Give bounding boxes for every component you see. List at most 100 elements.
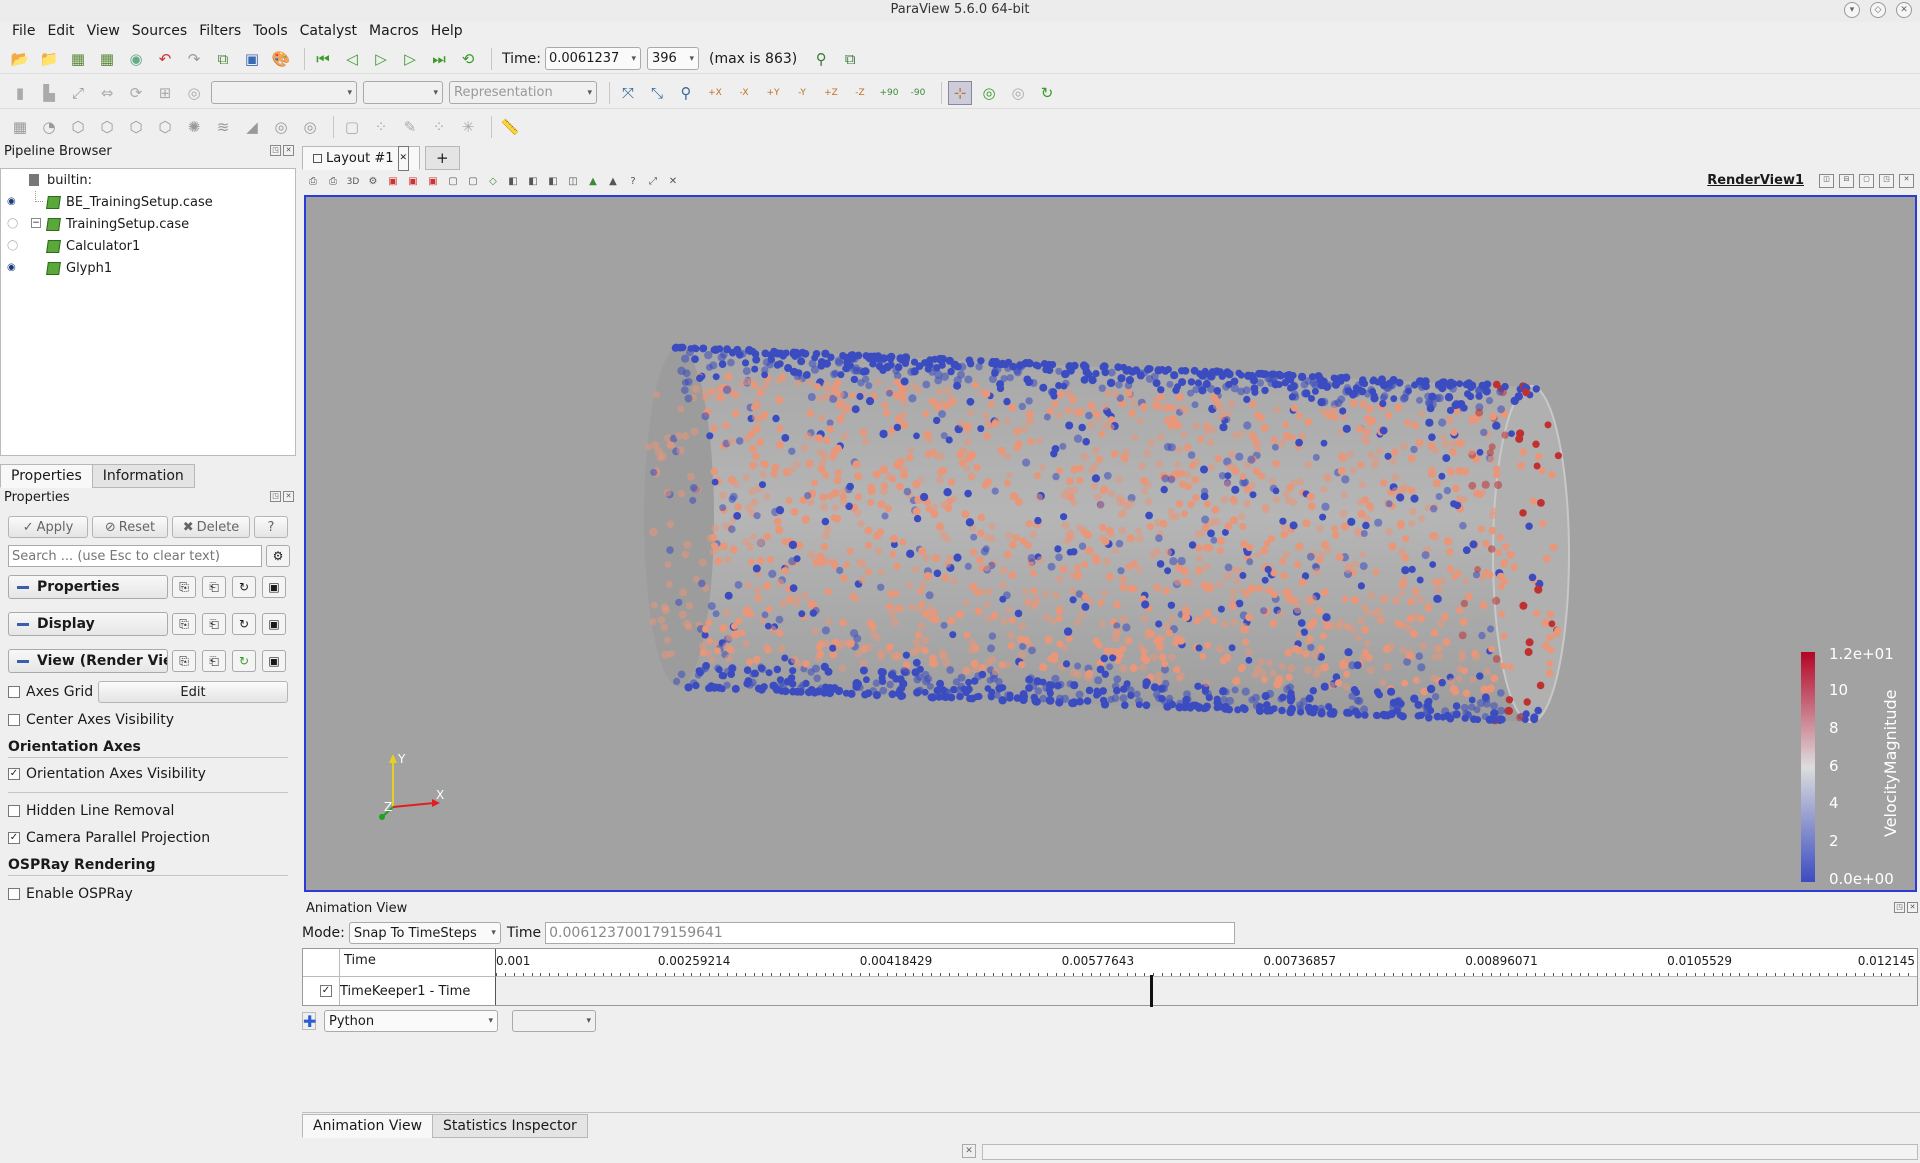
properties-search-input[interactable]: [8, 545, 262, 567]
orientation-visibility-checkbox[interactable]: ✓: [8, 768, 20, 780]
reset-session-icon[interactable]: ⧉: [211, 47, 235, 71]
temporal-range-icon[interactable]: ⟳: [124, 81, 148, 105]
undock-icon[interactable]: ◳: [1894, 902, 1905, 913]
select-points-on-icon[interactable]: ▣: [406, 175, 420, 189]
delete-button[interactable]: ✖ Delete: [172, 516, 250, 538]
minimize-icon[interactable]: ▾: [1844, 2, 1860, 18]
interactive-select-icon[interactable]: ✎: [398, 115, 422, 139]
menu-sources[interactable]: Sources: [126, 22, 193, 44]
add-track-icon[interactable]: ✚: [302, 1012, 316, 1031]
maximize-view-icon[interactable]: ▢: [1859, 174, 1874, 188]
interactive-select-cells-icon[interactable]: ◧: [526, 175, 540, 189]
track-source-combo[interactable]: Python: [324, 1010, 498, 1032]
menu-file[interactable]: File: [6, 22, 41, 44]
track-enable-checkbox[interactable]: ✓: [320, 985, 332, 997]
next-frame-icon[interactable]: ▷: [398, 47, 422, 71]
reset-camera-icon[interactable]: ⤧: [616, 81, 640, 105]
select-cells-on-icon[interactable]: ▣: [386, 175, 400, 189]
toggle-color-legend-icon[interactable]: ▮: [8, 81, 32, 105]
select-cells-through-icon[interactable]: ▢: [446, 175, 460, 189]
stream-tracer-icon[interactable]: ≋: [211, 115, 235, 139]
screenshot-icon[interactable]: ▣: [240, 47, 264, 71]
maximize-icon[interactable]: ◇: [1870, 2, 1886, 18]
menu-macros[interactable]: Macros: [363, 22, 425, 44]
center-axes-checkbox[interactable]: [8, 714, 20, 726]
tab-animation-view[interactable]: Animation View: [302, 1114, 434, 1138]
menu-filters[interactable]: Filters: [193, 22, 247, 44]
select-frustum-icon[interactable]: ▣: [426, 175, 440, 189]
section-view[interactable]: View (Render View): [8, 649, 168, 673]
recent-icon[interactable]: 📁: [37, 47, 61, 71]
undock-icon[interactable]: ◳: [270, 491, 281, 502]
timeline-track[interactable]: [496, 975, 1917, 1007]
clear-selection-icon[interactable]: ✳: [456, 115, 480, 139]
loop-icon[interactable]: ⟲: [456, 47, 480, 71]
add-layout-button[interactable]: +: [425, 146, 460, 170]
view-plus-z-icon[interactable]: +Z: [819, 81, 843, 105]
menu-help[interactable]: Help: [425, 22, 469, 44]
view-minus-y-icon[interactable]: -Y: [790, 81, 814, 105]
camera-parallel-option[interactable]: ✓ Camera Parallel Projection: [8, 830, 210, 846]
select-block-icon[interactable]: ⁘: [427, 115, 451, 139]
settings-icon[interactable]: ⚙: [366, 175, 380, 189]
select-cells-icon[interactable]: ▢: [340, 115, 364, 139]
hover-cells-query-icon[interactable]: ⤢: [646, 175, 660, 189]
grow-selection-icon[interactable]: ▲: [586, 175, 600, 189]
track-property-combo[interactable]: [512, 1010, 596, 1032]
view-name[interactable]: RenderView1: [1707, 173, 1804, 188]
select-points-through-icon[interactable]: ▢: [466, 175, 480, 189]
close-icon[interactable]: ✕: [1896, 2, 1912, 18]
table-row[interactable]: ✓ TimeKeeper1 - Time: [320, 977, 496, 1005]
save-default-icon[interactable]: ▣: [262, 613, 286, 635]
copy-icon[interactable]: ⎘: [172, 650, 196, 672]
component-combo[interactable]: [363, 81, 443, 104]
reload-icon[interactable]: ↻: [232, 576, 256, 598]
eye-visible-icon[interactable]: ◉: [7, 262, 19, 274]
warp-icon[interactable]: ◢: [240, 115, 264, 139]
apply-button[interactable]: ✓ Apply: [8, 516, 88, 538]
zoom-to-data-icon[interactable]: ⤡: [645, 81, 669, 105]
open-icon[interactable]: 📂: [8, 47, 32, 71]
center-axes-option[interactable]: Center Axes Visibility: [8, 712, 174, 728]
hover-cells-icon[interactable]: ◫: [566, 175, 580, 189]
extract-subset-icon[interactable]: ⬡: [153, 115, 177, 139]
rotate-plus-90-icon[interactable]: +90: [877, 81, 901, 105]
enable-ospray-checkbox[interactable]: [8, 888, 20, 900]
color-by-combo[interactable]: [211, 81, 357, 104]
undo-camera-icon[interactable]: ⎙: [326, 175, 340, 189]
view-minus-z-icon[interactable]: -Z: [848, 81, 872, 105]
menu-view[interactable]: View: [81, 22, 126, 44]
glyph-icon[interactable]: ✺: [182, 115, 206, 139]
paste-icon[interactable]: ⎗: [202, 613, 226, 635]
pipeline-item-trainingsetup[interactable]: ◯ − TrainingSetup.case: [1, 213, 291, 235]
pipeline-item-be-trainingsetup[interactable]: ◉ BE_TrainingSetup.case: [1, 191, 291, 213]
eye-hidden-icon[interactable]: ◯: [7, 218, 19, 230]
progress-abort-icon[interactable]: ✕: [962, 1144, 976, 1158]
reset-center-icon[interactable]: ◎: [1006, 81, 1030, 105]
reload-icon[interactable]: ↻: [232, 650, 256, 672]
select-polygon-icon[interactable]: ◇: [486, 175, 500, 189]
reload-icon[interactable]: ↻: [232, 613, 256, 635]
select-block-icon[interactable]: ◧: [506, 175, 520, 189]
close-view-icon[interactable]: ✕: [1899, 174, 1914, 188]
advanced-gear-icon[interactable]: ⚙: [266, 545, 290, 567]
undock-icon[interactable]: ◳: [270, 145, 281, 156]
menu-tools[interactable]: Tools: [247, 22, 294, 44]
palette-icon[interactable]: 🎨: [269, 47, 293, 71]
tab-information[interactable]: Information: [91, 464, 195, 488]
split-vertical-icon[interactable]: ⊟: [1839, 174, 1854, 188]
representation-combo[interactable]: Representation: [449, 81, 597, 104]
rescale-icon[interactable]: ◎: [182, 81, 206, 105]
view-plus-x-icon[interactable]: +X: [703, 81, 727, 105]
menu-catalyst[interactable]: Catalyst: [294, 22, 363, 44]
hover-points-icon[interactable]: ?: [626, 175, 640, 189]
current-time-marker[interactable]: [1149, 975, 1153, 1007]
eye-hidden-icon[interactable]: ◯: [7, 240, 19, 252]
connect-icon[interactable]: ◉: [124, 47, 148, 71]
close-panel-icon[interactable]: ✕: [283, 145, 294, 156]
paste-icon[interactable]: ⎗: [202, 576, 226, 598]
eye-visible-icon[interactable]: ◉: [7, 196, 19, 208]
hidden-line-checkbox[interactable]: [8, 805, 20, 817]
select-points-icon[interactable]: ⁘: [369, 115, 393, 139]
animation-time-field[interactable]: 0.006123700179159641: [545, 922, 1236, 944]
